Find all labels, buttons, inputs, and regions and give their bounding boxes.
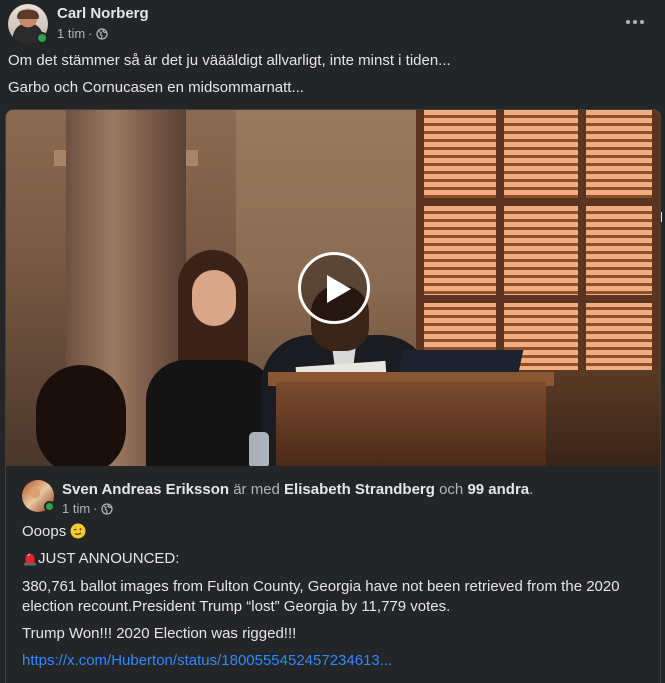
title-period: . (529, 481, 534, 498)
shared-link[interactable]: https://x.com/Huberton/status/1800555452… (22, 652, 392, 669)
post-header: Carl Norberg 1 tim · (8, 4, 657, 46)
shared-text-ooops: Ooops (22, 523, 67, 540)
post-meta: 1 tim · (57, 26, 108, 41)
tagged-person[interactable]: Elisabeth Strandberg (284, 481, 435, 498)
scroll-edge-mark (661, 212, 662, 222)
more-dots-icon (626, 20, 630, 24)
shared-meta-separator: · (93, 501, 98, 516)
post-time[interactable]: 1 tim (57, 26, 85, 41)
shared-text-line-1: Ooops (22, 522, 642, 542)
shared-online-status-icon (44, 501, 55, 512)
author-name[interactable]: Carl Norberg (57, 5, 149, 22)
more-options-button[interactable] (623, 12, 647, 32)
shared-text-announced: JUST ANNOUNCED: (38, 550, 180, 567)
shared-text-line-4: Trump Won!!! 2020 Election was rigged!!! (22, 625, 297, 642)
globe-icon (100, 502, 113, 515)
video-player[interactable] (6, 110, 660, 466)
play-icon (327, 275, 351, 303)
online-status-icon (36, 32, 48, 44)
globe-icon (95, 27, 108, 40)
shared-post-header: Sven Andreas Eriksson är med Elisabeth S… (22, 480, 652, 520)
shared-post-card[interactable]: Sven Andreas Eriksson är med Elisabeth S… (5, 109, 661, 683)
play-button[interactable] (298, 252, 370, 324)
siren-emoji-icon (24, 553, 36, 566)
shared-post-title: Sven Andreas Eriksson är med Elisabeth S… (62, 481, 533, 498)
shared-post-time[interactable]: 1 tim (62, 501, 90, 516)
and-text: och (439, 481, 464, 498)
shared-text-line-3: 380,761 ballot images from Fulton County… (22, 578, 620, 615)
tagged-others[interactable]: 99 andra (467, 481, 529, 498)
wink-emoji-icon (70, 523, 86, 539)
shared-post-meta: 1 tim · (62, 501, 113, 516)
post-text-line-1: Om det stämmer så är det ju väääldigt al… (8, 52, 451, 69)
shared-text-line-2: JUST ANNOUNCED: (22, 549, 642, 569)
shared-author-name[interactable]: Sven Andreas Eriksson (62, 481, 229, 498)
with-text: är med (233, 481, 280, 498)
meta-separator: · (88, 26, 93, 41)
post-text-line-2: Garbo och Cornucasen en midsommarnatt... (8, 79, 304, 96)
